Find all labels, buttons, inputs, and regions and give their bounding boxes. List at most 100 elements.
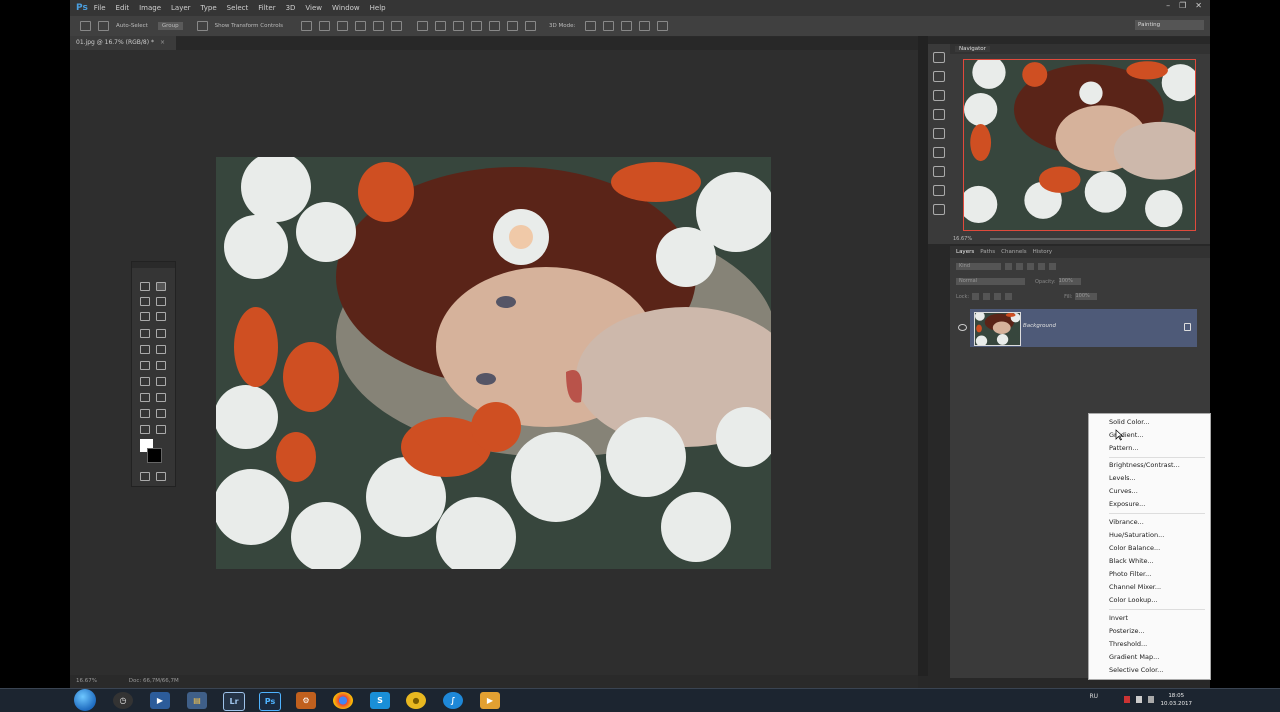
menu-type[interactable]: Type [201,4,217,12]
tab-layers[interactable]: Layers [956,249,974,255]
menu-view[interactable]: View [305,4,322,12]
3d-rotate-icon[interactable] [585,21,597,31]
3d-drag-icon[interactable] [621,21,633,31]
menu-window[interactable]: Window [332,4,360,12]
menu-item-selective-color[interactable]: Selective Color... [1109,665,1163,675]
align-right-icon[interactable] [391,21,403,31]
background-color-swatch[interactable] [147,448,162,463]
screen-mode-icon[interactable] [156,472,166,481]
align-bottom-icon[interactable] [337,21,349,31]
navigator-tab[interactable]: Navigator [955,46,990,52]
swatches-panel-icon[interactable] [933,185,945,196]
system-clock[interactable]: 18:05 10.03.2017 [1161,692,1193,708]
distribute-left-icon[interactable] [471,21,483,31]
align-vcenter-icon[interactable] [319,21,331,31]
dodge-tool-icon[interactable] [156,377,166,386]
crop-tool-icon[interactable] [140,312,150,321]
tab-history[interactable]: History [1033,249,1053,255]
network-icon[interactable] [1136,696,1142,703]
path-select-tool-icon[interactable] [140,409,150,418]
menu-item-channel-mixer[interactable]: Channel Mixer... [1109,582,1161,592]
eyedropper-tool-icon[interactable] [156,312,166,321]
lock-transparent-icon[interactable] [972,293,980,300]
menu-item-hue-saturation[interactable]: Hue/Saturation... [1109,530,1164,540]
menu-item-posterize[interactable]: Posterize... [1109,626,1145,636]
auto-align-icon[interactable] [525,21,537,31]
menu-file[interactable]: File [94,4,106,12]
color-panel-icon[interactable] [933,166,945,177]
align-left-icon[interactable] [355,21,367,31]
type-tool-icon[interactable] [156,393,166,402]
language-indicator[interactable]: RU [1089,693,1098,700]
document-tab[interactable]: 01.jpg @ 16.7% (RGB/8) * × [70,36,176,50]
hand-tool-icon[interactable] [140,425,150,434]
menu-item-vibrance[interactable]: Vibrance... [1109,517,1144,527]
visibility-eye-icon[interactable] [958,324,967,331]
navigator-thumbnail[interactable] [963,59,1196,231]
blend-mode-select[interactable]: Normal [956,278,1025,285]
quick-mask-icon[interactable] [140,472,150,481]
tool-presets-icon[interactable] [933,128,945,139]
tray-alert-icon[interactable] [1124,696,1130,703]
menu-item-brightness-contrast[interactable]: Brightness/Contrast... [1109,460,1180,470]
minimize-button[interactable]: – [1166,1,1170,10]
menu-item-color-balance[interactable]: Color Balance... [1109,543,1160,553]
3d-roll-icon[interactable] [603,21,615,31]
brush-tool-icon[interactable] [156,329,166,338]
marquee-tool-icon[interactable] [140,282,150,291]
workspace-select[interactable]: Painting [1135,20,1204,30]
lock-pixels-icon[interactable] [983,293,991,300]
smart-object-filter-icon[interactable] [1049,263,1056,270]
clock-app-icon[interactable]: ◷ [113,692,133,709]
distribute-right-icon[interactable] [507,21,519,31]
align-top-icon[interactable] [301,21,313,31]
zoom-level[interactable]: 16.67% [76,678,97,684]
actions-panel-icon[interactable] [933,147,945,158]
rectangle-tool-icon[interactable] [156,409,166,418]
canvas-area[interactable] [70,50,918,675]
pixel-filter-icon[interactable] [1005,263,1012,270]
paint-bucket-tool-icon[interactable] [156,361,166,370]
tab-channels[interactable]: Channels [1001,249,1026,255]
media-player-icon[interactable]: ▶ [150,692,170,709]
brush-panel-icon[interactable] [933,109,945,120]
lock-position-icon[interactable] [994,293,1002,300]
pen-tool-icon[interactable] [140,393,150,402]
coin-app-icon[interactable]: ● [406,692,426,709]
menu-item-levels[interactable]: Levels... [1109,473,1136,483]
history-panel-icon[interactable] [933,52,945,63]
menu-item-pattern[interactable]: Pattern... [1109,443,1139,453]
menu-item-photo-filter[interactable]: Photo Filter... [1109,569,1151,579]
quick-select-tool-icon[interactable] [156,297,166,306]
start-button[interactable] [74,689,96,711]
character-panel-icon[interactable] [933,71,945,82]
blur-tool-icon[interactable] [140,377,150,386]
close-tab-icon[interactable]: × [160,39,165,46]
layer-lock-icon[interactable] [1184,323,1191,331]
type-filter-icon[interactable] [1027,263,1034,270]
navigator-zoom-value[interactable]: 16.67% [953,236,972,242]
menu-item-color-lookup[interactable]: Color Lookup... [1109,595,1158,605]
document-image[interactable] [216,157,771,569]
group-select[interactable]: Group [157,22,183,30]
auto-select-checkbox[interactable] [98,21,109,31]
eraser-tool-icon[interactable] [140,361,150,370]
s-app-icon[interactable]: S [370,692,390,709]
navigator-zoom-slider[interactable] [990,238,1190,240]
maximize-button[interactable]: ❐ [1179,1,1186,10]
close-button[interactable]: ✕ [1195,1,1202,10]
shape-filter-icon[interactable] [1038,263,1045,270]
3d-slide-icon[interactable] [639,21,651,31]
menu-select[interactable]: Select [227,4,249,12]
zoom-tool-icon[interactable] [156,425,166,434]
chrome-icon[interactable] [333,692,353,709]
menu-item-curves[interactable]: Curves... [1109,486,1138,496]
menu-item-gradient-map[interactable]: Gradient Map... [1109,652,1159,662]
distribute-vcenter-icon[interactable] [435,21,447,31]
menu-item-solid-color[interactable]: Solid Color... [1109,417,1149,427]
menu-item-exposure[interactable]: Exposure... [1109,499,1145,509]
tools-panel-header[interactable] [132,262,175,268]
volume-icon[interactable] [1148,696,1154,703]
distribute-hcenter-icon[interactable] [489,21,501,31]
styles-panel-icon[interactable] [933,204,945,215]
